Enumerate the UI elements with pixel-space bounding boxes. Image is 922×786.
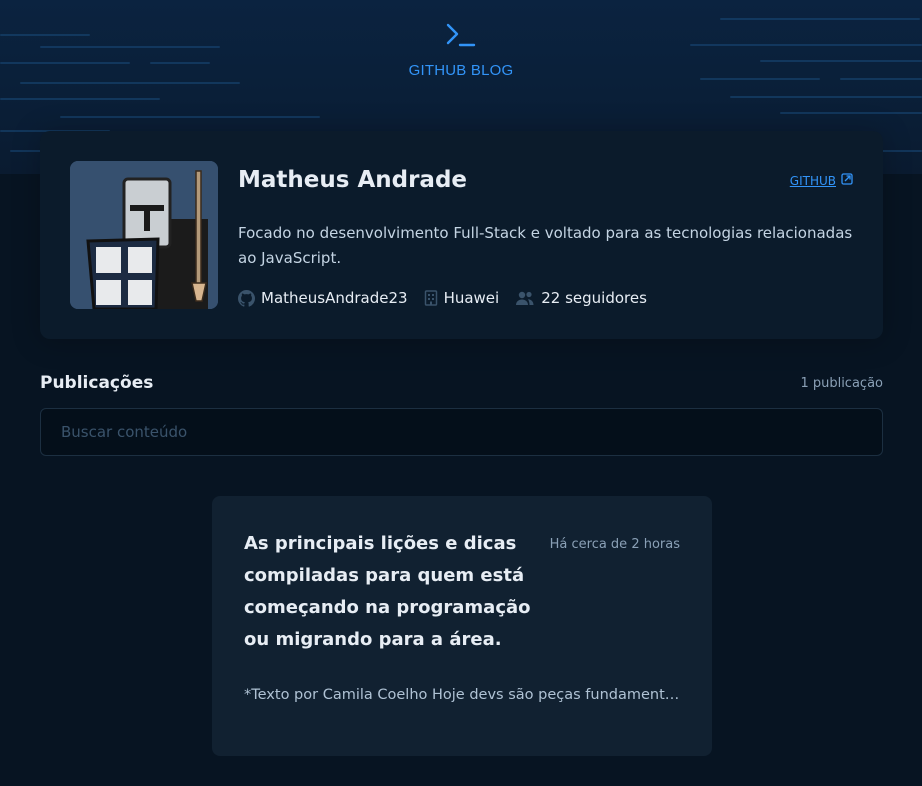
followers-stat: 22 seguidores bbox=[515, 289, 647, 307]
avatar bbox=[70, 161, 218, 309]
terminal-icon bbox=[0, 22, 922, 48]
github-icon bbox=[238, 289, 255, 307]
company: Huawei bbox=[443, 289, 500, 307]
publications-count: 1 publicação bbox=[800, 376, 883, 391]
username: MatheusAndrade23 bbox=[261, 289, 408, 307]
profile-stats: MatheusAndrade23 Huawei 22 seguidores bbox=[238, 289, 647, 307]
profile-bio: Focado no desenvolvimento Full-Stack e v… bbox=[238, 224, 853, 267]
building-icon bbox=[424, 290, 438, 306]
post-time: Há cerca de 2 horas bbox=[549, 537, 680, 552]
brand-logo: GITHUB BLOG bbox=[0, 22, 922, 79]
company-stat: Huawei bbox=[424, 289, 500, 307]
github-link[interactable]: GITHUB bbox=[790, 173, 853, 188]
post-card[interactable]: As principais lições e dicas compiladas … bbox=[212, 496, 712, 756]
post-title: As principais lições e dicas compiladas … bbox=[244, 533, 531, 650]
github-link-label: GITHUB bbox=[789, 173, 836, 188]
profile-name: Matheus Andrade bbox=[238, 167, 468, 193]
followers: 22 seguidores bbox=[541, 289, 647, 307]
profile-card: Matheus Andrade GITHUB Focado no desenvo… bbox=[40, 131, 883, 339]
publications-title: Publicações bbox=[40, 373, 154, 393]
search-input[interactable] bbox=[40, 408, 883, 456]
post-excerpt: *Texto por Camila Coelho Hoje devs são p… bbox=[244, 687, 684, 703]
brand-name: GITHUB BLOG bbox=[408, 62, 514, 79]
user-group-icon bbox=[515, 290, 535, 306]
username-stat: MatheusAndrade23 bbox=[238, 289, 408, 307]
external-link-icon bbox=[841, 173, 853, 188]
